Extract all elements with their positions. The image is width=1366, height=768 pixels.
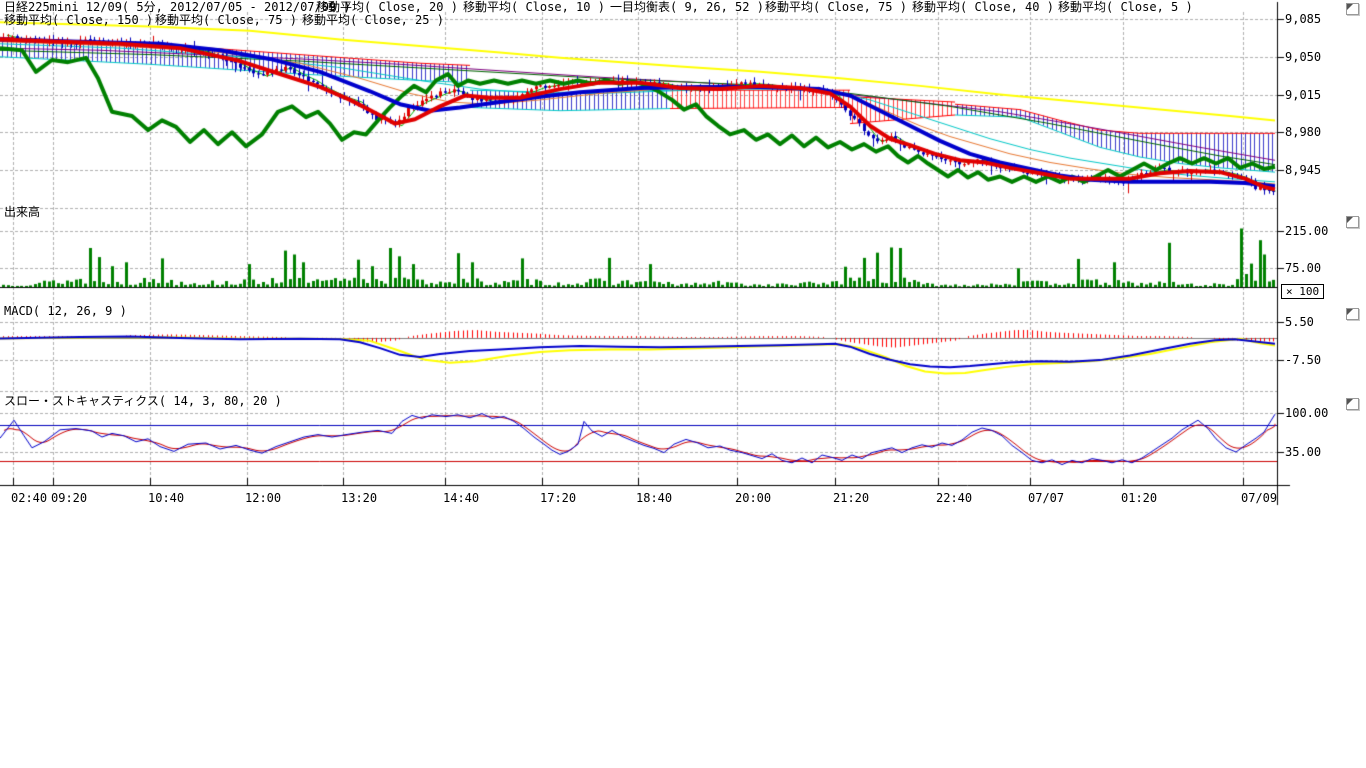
trading-chart-window: 出来高 MACD( 12, 26, 9 ) スロー・ストキャスティクス( 14,…: [0, 0, 1366, 768]
header-indicator-label: 一目均衡表( 9, 26, 52 ): [610, 1, 764, 13]
panel-scroll-icon[interactable]: [1346, 308, 1359, 320]
time-axis-label: 21:20: [833, 492, 869, 504]
time-axis-label: 13:20: [341, 492, 377, 504]
time-axis-label: 22:40: [936, 492, 972, 504]
price-axis-label: 9,050: [1285, 51, 1321, 63]
stochastics-axis-label: 35.00: [1285, 446, 1321, 458]
volume-axis-label: 215.00: [1285, 225, 1328, 237]
header-indicator-label: 移動平均( Close, 5 ): [1058, 1, 1193, 13]
header-indicator-label: 移動平均( Close, 10 ): [463, 1, 605, 13]
header-indicator-label: 移動平均( Close, 25 ): [302, 14, 444, 26]
stochastics-axis-label: 100.00: [1285, 407, 1328, 419]
scroll-arrow-icon: [1347, 399, 1353, 405]
header-indicator-label: 移動平均( Close, 20 ): [316, 1, 458, 13]
volume-axis-label: 75.00: [1285, 262, 1321, 274]
price-axis-label: 9,015: [1285, 89, 1321, 101]
time-axis-label: 01:20: [1121, 492, 1157, 504]
price-axis-label: 8,945: [1285, 164, 1321, 176]
stochastics-panel-label: スロー・ストキャスティクス( 14, 3, 80, 20 ): [4, 395, 282, 407]
panel-scroll-icon[interactable]: [1346, 398, 1359, 410]
volume-panel-label: 出来高: [4, 206, 40, 218]
macd-axis-label: -7.50: [1285, 354, 1321, 366]
panel-scroll-icon[interactable]: [1346, 3, 1359, 15]
macd-panel-label: MACD( 12, 26, 9 ): [4, 305, 127, 317]
time-axis-label: 20:00: [735, 492, 771, 504]
time-axis-label: 17:20: [540, 492, 576, 504]
header-indicator-label: 日経225mini 12/09( 5分, 2012/07/05 - 2012/0…: [4, 1, 351, 13]
price-chart-canvas[interactable]: [0, 0, 1366, 768]
panel-scroll-icon[interactable]: [1346, 216, 1359, 228]
header-indicator-label: 移動平均( Close, 75 ): [155, 14, 297, 26]
header-indicator-label: 移動平均( Close, 40 ): [912, 1, 1054, 13]
scroll-arrow-icon: [1347, 217, 1353, 223]
time-axis-label: 07/09: [1241, 492, 1277, 504]
time-axis-label: 18:40: [636, 492, 672, 504]
time-axis-label: 07/07: [1028, 492, 1064, 504]
time-axis-label: 10:40: [148, 492, 184, 504]
scroll-arrow-icon: [1347, 4, 1353, 10]
volume-multiplier-badge: × 100: [1281, 284, 1324, 299]
price-axis-label: 9,085: [1285, 13, 1321, 25]
header-indicator-label: 移動平均( Close, 75 ): [765, 1, 907, 13]
price-axis-label: 8,980: [1285, 126, 1321, 138]
time-axis-label: 14:40: [443, 492, 479, 504]
time-axis-label: 12:00: [245, 492, 281, 504]
macd-axis-label: 5.50: [1285, 316, 1314, 328]
time-axis-label: 02:40: [11, 492, 47, 504]
header-indicator-label: 移動平均( Close, 150 ): [4, 14, 153, 26]
scroll-arrow-icon: [1347, 309, 1353, 315]
time-axis-label: 09:20: [51, 492, 87, 504]
